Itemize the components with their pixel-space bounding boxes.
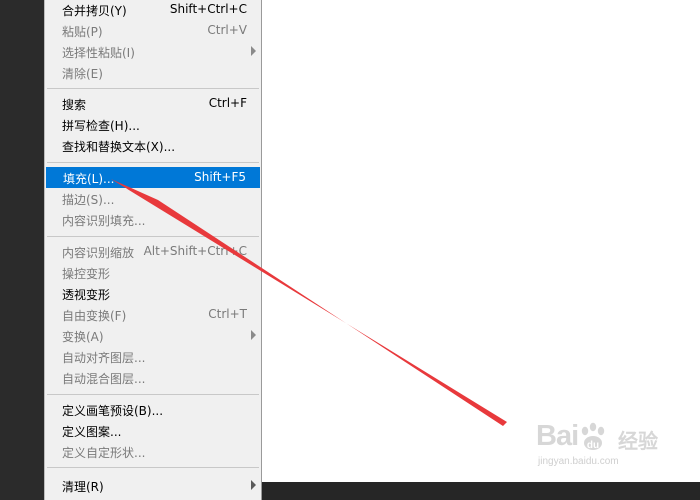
menu-item-auto-align-layers[interactable]: 自动对齐图层...: [45, 346, 261, 367]
menu-item-label: 查找和替换文本(X)...: [62, 140, 176, 154]
menu-item-label: 清理(R): [62, 480, 104, 494]
document-canvas[interactable]: [262, 0, 700, 482]
menu-separator: [47, 162, 259, 163]
menu-item-define-custom-shape[interactable]: 定义自定形状...: [45, 441, 261, 462]
menu-item-label: 透视变形: [62, 288, 111, 302]
watermark-brand-text: 经验: [618, 431, 658, 453]
submenu-arrow-icon: [251, 46, 256, 56]
menu-item-paste[interactable]: 粘贴(P) Ctrl+V: [45, 20, 261, 41]
submenu-arrow-icon: [251, 330, 256, 340]
baidu-jingyan-watermark: Bai du 经验 jingyan.baidu.com: [536, 420, 664, 490]
menu-separator: [47, 88, 259, 89]
menu-item-free-transform[interactable]: 自由变换(F) Ctrl+T: [45, 304, 261, 325]
menu-item-shortcut: Ctrl+V: [207, 23, 247, 37]
workspace-left-strip: [0, 0, 44, 500]
menu-item-transform[interactable]: 变换(A): [45, 325, 261, 346]
menu-item-shortcut: Shift+F5: [194, 170, 246, 184]
menu-separator: [47, 236, 259, 237]
menu-item-label: 清除(E): [62, 67, 103, 81]
menu-item-label: 拼写检查(H)...: [62, 119, 140, 133]
submenu-arrow-icon: [251, 480, 256, 490]
menu-item-label: 定义自定形状...: [62, 446, 146, 460]
menu-item-label: 选择性粘贴(I): [62, 46, 135, 60]
menu-item-paste-special[interactable]: 选择性粘贴(I): [45, 41, 261, 62]
watermark-logo-text: Bai: [536, 420, 579, 452]
menu-item-shortcut: Alt+Shift+Ctrl+C: [143, 244, 247, 258]
menu-item-label: 定义图案...: [62, 425, 122, 439]
menu-item-label: 填充(L)...: [63, 172, 115, 186]
menu-item-label: 自动混合图层...: [62, 372, 146, 386]
menu-item-label: 描边(S)...: [62, 193, 115, 207]
menu-item-label: 自动对齐图层...: [62, 351, 146, 365]
menu-item-stroke[interactable]: 描边(S)...: [45, 188, 261, 209]
watermark-url: jingyan.baidu.com: [538, 456, 619, 467]
menu-item-fill[interactable]: 填充(L)... Shift+F5: [46, 167, 260, 188]
menu-item-label: 内容识别填充...: [62, 214, 146, 228]
menu-item-define-pattern[interactable]: 定义图案...: [45, 420, 261, 441]
menu-item-clear[interactable]: 清除(E): [45, 62, 261, 83]
menu-item-label: 内容识别缩放: [62, 246, 135, 260]
menu-item-purge[interactable]: 清理(R): [45, 475, 261, 496]
menu-item-shortcut: Shift+Ctrl+C: [169, 2, 247, 16]
menu-item-define-brush[interactable]: 定义画笔预设(B)...: [45, 399, 261, 420]
menu-separator: [47, 467, 259, 468]
menu-item-search[interactable]: 搜索 Ctrl+F: [45, 93, 261, 114]
baidu-paw-icon: du: [581, 422, 605, 451]
menu-item-shortcut: Ctrl+F: [208, 96, 247, 110]
menu-item-label: 变换(A): [62, 330, 104, 344]
menu-item-content-aware-scale[interactable]: 内容识别缩放 Alt+Shift+Ctrl+C: [45, 241, 261, 262]
menu-item-label: 搜索: [62, 98, 87, 112]
menu-item-label: 操控变形: [62, 267, 111, 281]
menu-separator: [47, 394, 259, 395]
menu-item-label: 合并拷贝(Y): [62, 4, 127, 18]
menu-item-content-aware-fill[interactable]: 内容识别填充...: [45, 209, 261, 230]
menu-item-label: 粘贴(P): [62, 25, 103, 39]
menu-item-label: 自由变换(F): [62, 309, 127, 323]
menu-item-puppet-warp[interactable]: 操控变形: [45, 262, 261, 283]
edit-menu: 合并拷贝(Y) Shift+Ctrl+C 粘贴(P) Ctrl+V 选择性粘贴(…: [44, 0, 262, 500]
menu-item-perspective-warp[interactable]: 透视变形: [45, 283, 261, 304]
menu-item-label: 定义画笔预设(B)...: [62, 404, 164, 418]
menu-item-spell-check[interactable]: 拼写检查(H)...: [45, 114, 261, 135]
menu-item-shortcut: Ctrl+T: [208, 307, 247, 321]
menu-item-find-replace[interactable]: 查找和替换文本(X)...: [45, 135, 261, 156]
menu-item-auto-blend-layers[interactable]: 自动混合图层...: [45, 367, 261, 388]
svg-text:du: du: [587, 440, 599, 451]
menu-item-merge-copy[interactable]: 合并拷贝(Y) Shift+Ctrl+C: [45, 0, 261, 20]
